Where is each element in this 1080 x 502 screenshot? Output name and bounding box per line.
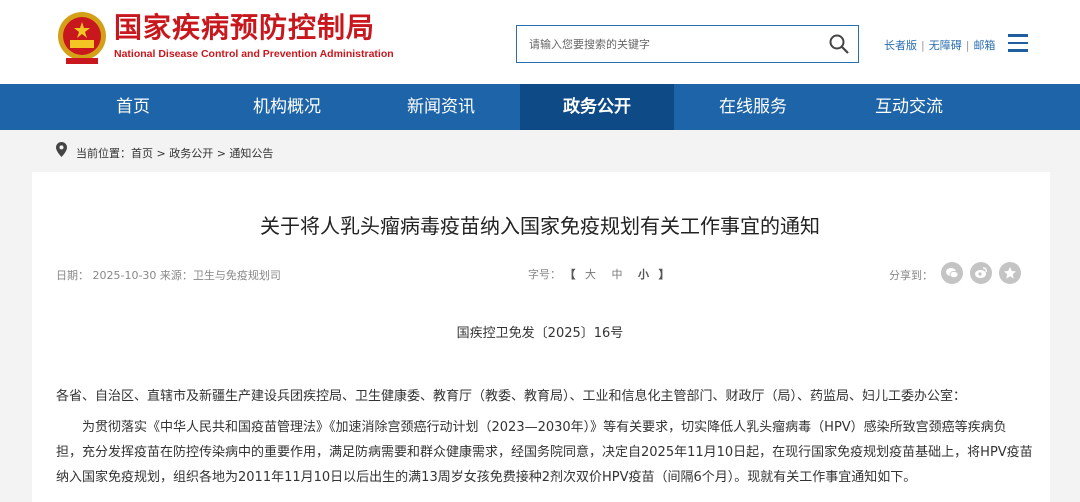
- font-size-control: 字号： 【 大 中 小 】: [528, 266, 670, 282]
- recipients: 各省、自治区、直辖市及新疆生产建设兵团疾控局、卫生健康委、教育厅（教委、教育局）…: [56, 389, 967, 404]
- font-size-open-bracket: 【: [564, 268, 576, 281]
- elder-version-link[interactable]: 长者版: [884, 39, 917, 52]
- accessibility-link[interactable]: 无障碍: [929, 39, 962, 52]
- document-number: 国疾控卫免发〔2025〕16号: [456, 326, 624, 341]
- share-weibo-button[interactable]: [970, 262, 992, 284]
- body-line-1: 为贯彻落实《中华人民共和国疫苗管理法》《加速消除宫颈癌行动计划（2023—203…: [82, 420, 1007, 435]
- search-box: [516, 25, 859, 63]
- site-header: 国家疾病预防控制局 National Disease Control and P…: [0, 0, 1080, 84]
- nav-about[interactable]: 机构概况: [210, 84, 364, 130]
- location-pin-icon: [56, 142, 67, 157]
- weibo-icon: [975, 267, 987, 278]
- nav-interaction[interactable]: 互动交流: [832, 84, 986, 130]
- main-nav: 首页 机构概况 新闻资讯 政务公开 在线服务 互动交流: [0, 84, 1080, 130]
- font-size-small[interactable]: 小: [638, 268, 649, 281]
- search-button[interactable]: [828, 33, 852, 55]
- wechat-icon: [946, 268, 959, 279]
- nav-home[interactable]: 首页: [56, 84, 210, 130]
- nav-online-service[interactable]: 在线服务: [676, 84, 830, 130]
- font-size-medium[interactable]: 中: [612, 268, 623, 281]
- org-name-cn: 国家疾病预防控制局: [114, 11, 376, 44]
- body-line-3: 纳入国家免疫规划，组织各地为2011年11月10日以后出生的满13周岁女孩免费接…: [56, 470, 917, 485]
- nav-gov-affairs[interactable]: 政务公开: [520, 84, 674, 130]
- breadcrumb-path[interactable]: 首页 > 政务公开 > 通知公告: [131, 147, 273, 160]
- menu-icon[interactable]: [1008, 34, 1028, 52]
- share-wechat-button[interactable]: [941, 262, 963, 284]
- share-favorite-button[interactable]: [999, 262, 1021, 284]
- font-size-label: 字号：: [528, 268, 561, 281]
- breadcrumb: 当前位置：首页 > 政务公开 > 通知公告: [76, 145, 273, 161]
- breadcrumb-label: 当前位置：: [76, 147, 131, 160]
- article-title: 关于将人乳头瘤病毒疫苗纳入国家免疫规划有关工作事宜的通知: [260, 214, 820, 238]
- font-size-large[interactable]: 大: [585, 268, 596, 281]
- national-emblem-icon: [56, 8, 108, 68]
- search-input[interactable]: [517, 26, 817, 62]
- favorite-icon: [1004, 267, 1016, 279]
- org-name-en: National Disease Control and Prevention …: [114, 48, 394, 60]
- font-size-close-bracket: 】: [658, 268, 670, 281]
- share-label: 分享到：: [889, 269, 933, 282]
- mailbox-link[interactable]: 邮箱: [973, 39, 995, 52]
- top-links: 长者版 | 无障碍 | 邮箱: [884, 39, 996, 52]
- article-date-source: 日期： 2025-10-30 来源：卫生与免疫规划司: [56, 269, 281, 282]
- body-line-2: 担，充分发挥疫苗在防控传染病中的重要作用，满足防病需要和群众健康需求，经国务院同…: [56, 445, 1033, 460]
- nav-news[interactable]: 新闻资讯: [364, 84, 518, 130]
- search-icon: [829, 34, 849, 54]
